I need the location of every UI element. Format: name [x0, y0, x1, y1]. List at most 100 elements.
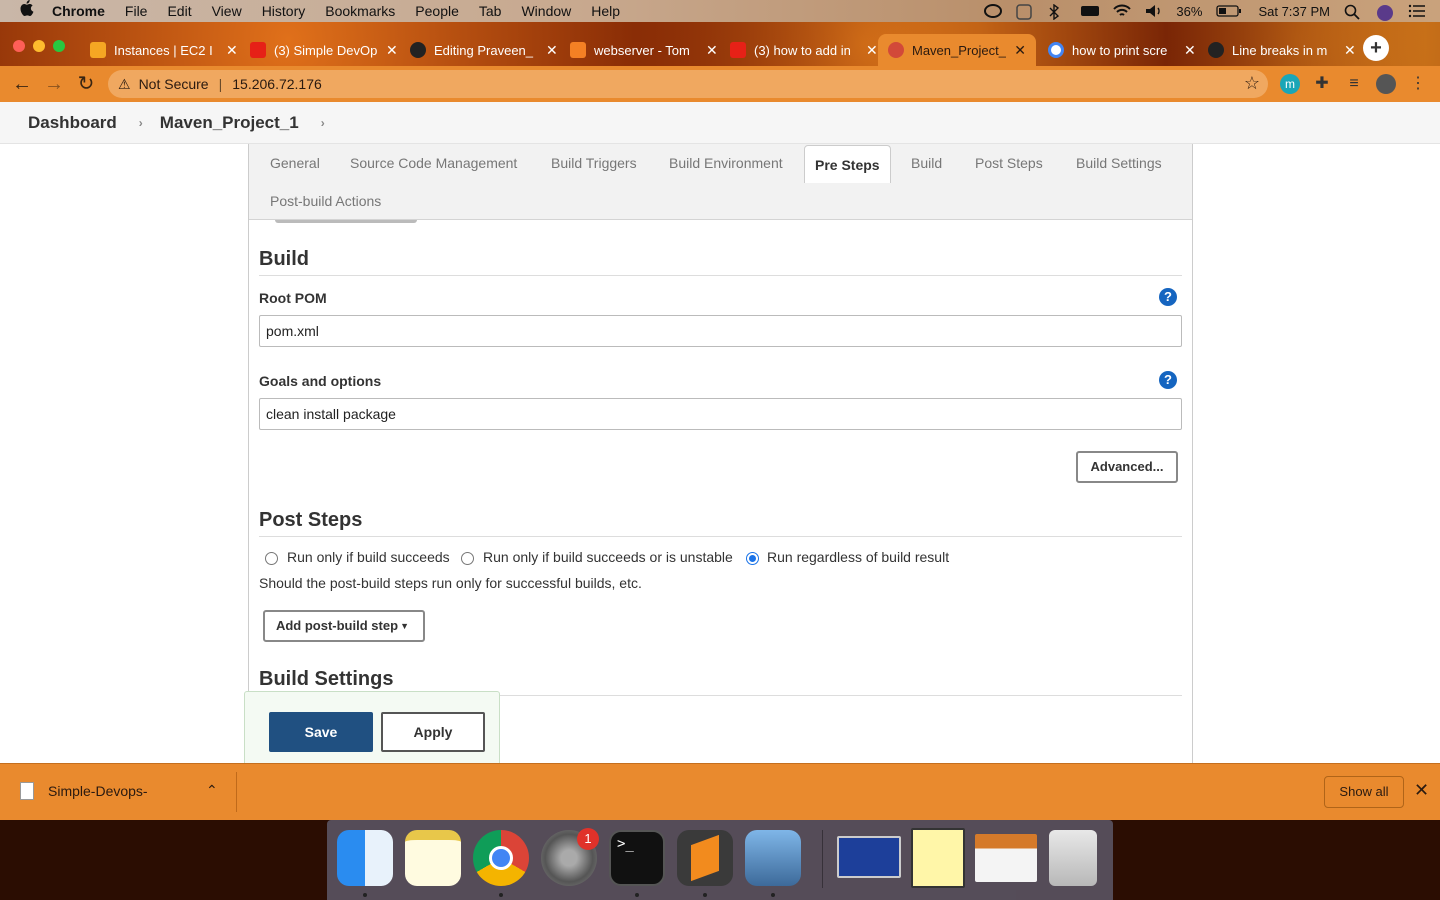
tab-build-settings[interactable]: Build Settings	[1076, 155, 1162, 171]
menu-chrome[interactable]: Chrome	[52, 0, 105, 22]
creative-cloud-icon[interactable]	[984, 4, 1003, 18]
notes-icon[interactable]	[405, 830, 461, 886]
text-document-thumbnail-icon[interactable]	[911, 828, 965, 888]
menubar-clock[interactable]: Sat 7:37 PM	[1258, 4, 1330, 19]
spotlight-search-icon[interactable]	[1344, 4, 1362, 20]
address-bar[interactable]: ⚠ Not Secure | 15.206.72.176 ☆	[108, 70, 1268, 98]
tab-post-steps[interactable]: Post Steps	[975, 155, 1043, 171]
radio-label[interactable]: Run only if build succeeds or is unstabl…	[483, 549, 733, 565]
battery-icon[interactable]	[1216, 4, 1242, 18]
breadcrumb-chevron-icon[interactable]: ›	[321, 116, 325, 130]
browser-tab-maven-project[interactable]: Maven_Project_1 ✕	[878, 34, 1036, 66]
post-steps-description: Should the post-build steps run only for…	[259, 575, 642, 591]
tab-build-environment[interactable]: Build Environment	[669, 155, 783, 171]
browser-tab-ec2[interactable]: Instances | EC2 I ✕	[80, 34, 248, 66]
browser-tab-how-to-print[interactable]: how to print scre ✕	[1038, 34, 1206, 66]
file-icon	[20, 782, 34, 800]
breadcrumb-project[interactable]: Maven_Project_1	[160, 113, 299, 133]
menu-history[interactable]: History	[262, 0, 306, 22]
show-all-button[interactable]: Show all	[1324, 776, 1404, 808]
back-icon[interactable]: ←	[10, 72, 34, 96]
radio-label[interactable]: Run regardless of build result	[767, 549, 949, 565]
apply-button[interactable]: Apply	[381, 712, 485, 752]
tab-source-code-management[interactable]: Source Code Management	[350, 155, 517, 171]
screenshot-thumbnail-icon[interactable]	[837, 836, 901, 878]
radio-run-if-succeeds[interactable]	[265, 552, 278, 565]
window-zoom-button[interactable]	[53, 40, 65, 52]
preview-icon[interactable]	[745, 830, 801, 886]
forward-icon[interactable]: →	[42, 72, 66, 96]
tab-close-icon[interactable]: ✕	[1184, 42, 1196, 59]
tab-general[interactable]: General	[270, 155, 320, 171]
browser-tab-how-to-add[interactable]: (3) how to add in ✕	[720, 34, 888, 66]
terminal-icon[interactable]: >_	[609, 830, 665, 886]
url-text[interactable]: 15.206.72.176	[232, 76, 322, 92]
breadcrumb-chevron-icon[interactable]: ›	[139, 116, 143, 130]
menu-people[interactable]: People	[415, 0, 459, 22]
chrome-menu-icon[interactable]: ⋮	[1408, 74, 1428, 94]
browser-tab-webserver[interactable]: webserver - Tom ✕	[560, 34, 728, 66]
download-filename[interactable]: Simple-Devops-	[48, 783, 148, 799]
finder-icon[interactable]	[337, 830, 393, 886]
tab-post-build-actions[interactable]: Post-build Actions	[270, 193, 381, 209]
help-icon[interactable]: ?	[1159, 371, 1177, 389]
chrome-icon[interactable]	[473, 830, 529, 886]
menu-bookmarks[interactable]: Bookmarks	[325, 0, 395, 22]
menu-window[interactable]: Window	[521, 0, 571, 22]
chevron-up-icon[interactable]: ⌃	[206, 782, 218, 799]
reload-icon[interactable]: ↻	[74, 72, 98, 96]
save-button[interactable]: Save	[269, 712, 373, 752]
tab-close-icon[interactable]: ✕	[706, 42, 718, 59]
warning-icon[interactable]: ⚠	[118, 76, 131, 93]
tab-pre-steps[interactable]: Pre Steps	[804, 145, 891, 183]
breadcrumb-dashboard[interactable]: Dashboard	[28, 113, 117, 133]
menu-view[interactable]: View	[212, 0, 242, 22]
wifi-icon[interactable]	[1112, 4, 1132, 18]
volume-icon[interactable]	[1144, 4, 1162, 18]
browser-thumbnail-icon[interactable]	[975, 834, 1037, 882]
help-icon[interactable]: ?	[1159, 288, 1177, 306]
grammarly-icon[interactable]	[1016, 4, 1034, 20]
notification-center-icon[interactable]	[1408, 4, 1426, 18]
extension-m-icon[interactable]: m	[1280, 74, 1300, 94]
reading-list-icon[interactable]: ≡	[1344, 74, 1364, 94]
profile-avatar[interactable]	[1376, 74, 1396, 94]
goals-input[interactable]: clean install package	[259, 398, 1182, 430]
security-status[interactable]: Not Secure	[139, 76, 209, 92]
tab-close-icon[interactable]: ✕	[1014, 42, 1026, 59]
memory-icon[interactable]	[1080, 4, 1100, 18]
siri-icon[interactable]	[1376, 4, 1394, 21]
sublime-text-icon[interactable]	[677, 830, 733, 886]
youtube-icon	[250, 42, 266, 58]
tab-close-icon[interactable]: ✕	[386, 42, 398, 59]
browser-tab-simple-devops[interactable]: (3) Simple DevOp ✕	[240, 34, 408, 66]
advanced-button[interactable]: Advanced...	[1076, 451, 1178, 483]
bookmark-star-icon[interactable]: ☆	[1244, 73, 1260, 94]
close-icon[interactable]: ✕	[1414, 780, 1429, 801]
radio-run-if-unstable[interactable]	[461, 552, 474, 565]
tab-close-icon[interactable]: ✕	[1344, 42, 1356, 59]
menu-help[interactable]: Help	[591, 0, 620, 22]
radio-label[interactable]: Run only if build succeeds	[287, 549, 450, 565]
bluetooth-icon[interactable]	[1048, 3, 1066, 21]
tab-build[interactable]: Build	[911, 155, 942, 171]
tab-close-icon[interactable]: ✕	[546, 42, 558, 59]
menu-tab[interactable]: Tab	[479, 0, 502, 22]
browser-tab-editing[interactable]: Editing Praveen_ ✕	[400, 34, 568, 66]
new-tab-button[interactable]: +	[1363, 35, 1389, 61]
tab-build-triggers[interactable]: Build Triggers	[551, 155, 637, 171]
apple-menu-icon[interactable]	[20, 0, 38, 23]
radio-run-regardless[interactable]	[746, 552, 759, 565]
menu-edit[interactable]: Edit	[167, 0, 191, 22]
browser-tab-line-breaks[interactable]: Line breaks in m ✕	[1198, 34, 1366, 66]
window-close-button[interactable]	[13, 40, 25, 52]
root-pom-input[interactable]: pom.xml	[259, 315, 1182, 347]
window-minimize-button[interactable]	[33, 40, 45, 52]
extensions-puzzle-icon[interactable]: ✚	[1312, 74, 1332, 94]
trash-icon[interactable]	[1049, 830, 1097, 886]
tab-close-icon[interactable]: ✕	[866, 42, 878, 59]
download-item[interactable]: Simple-Devops-	[20, 782, 148, 800]
menu-file[interactable]: File	[125, 0, 148, 22]
add-post-build-step-button[interactable]: Add post-build step ▼	[263, 610, 425, 642]
tab-close-icon[interactable]: ✕	[226, 42, 238, 59]
